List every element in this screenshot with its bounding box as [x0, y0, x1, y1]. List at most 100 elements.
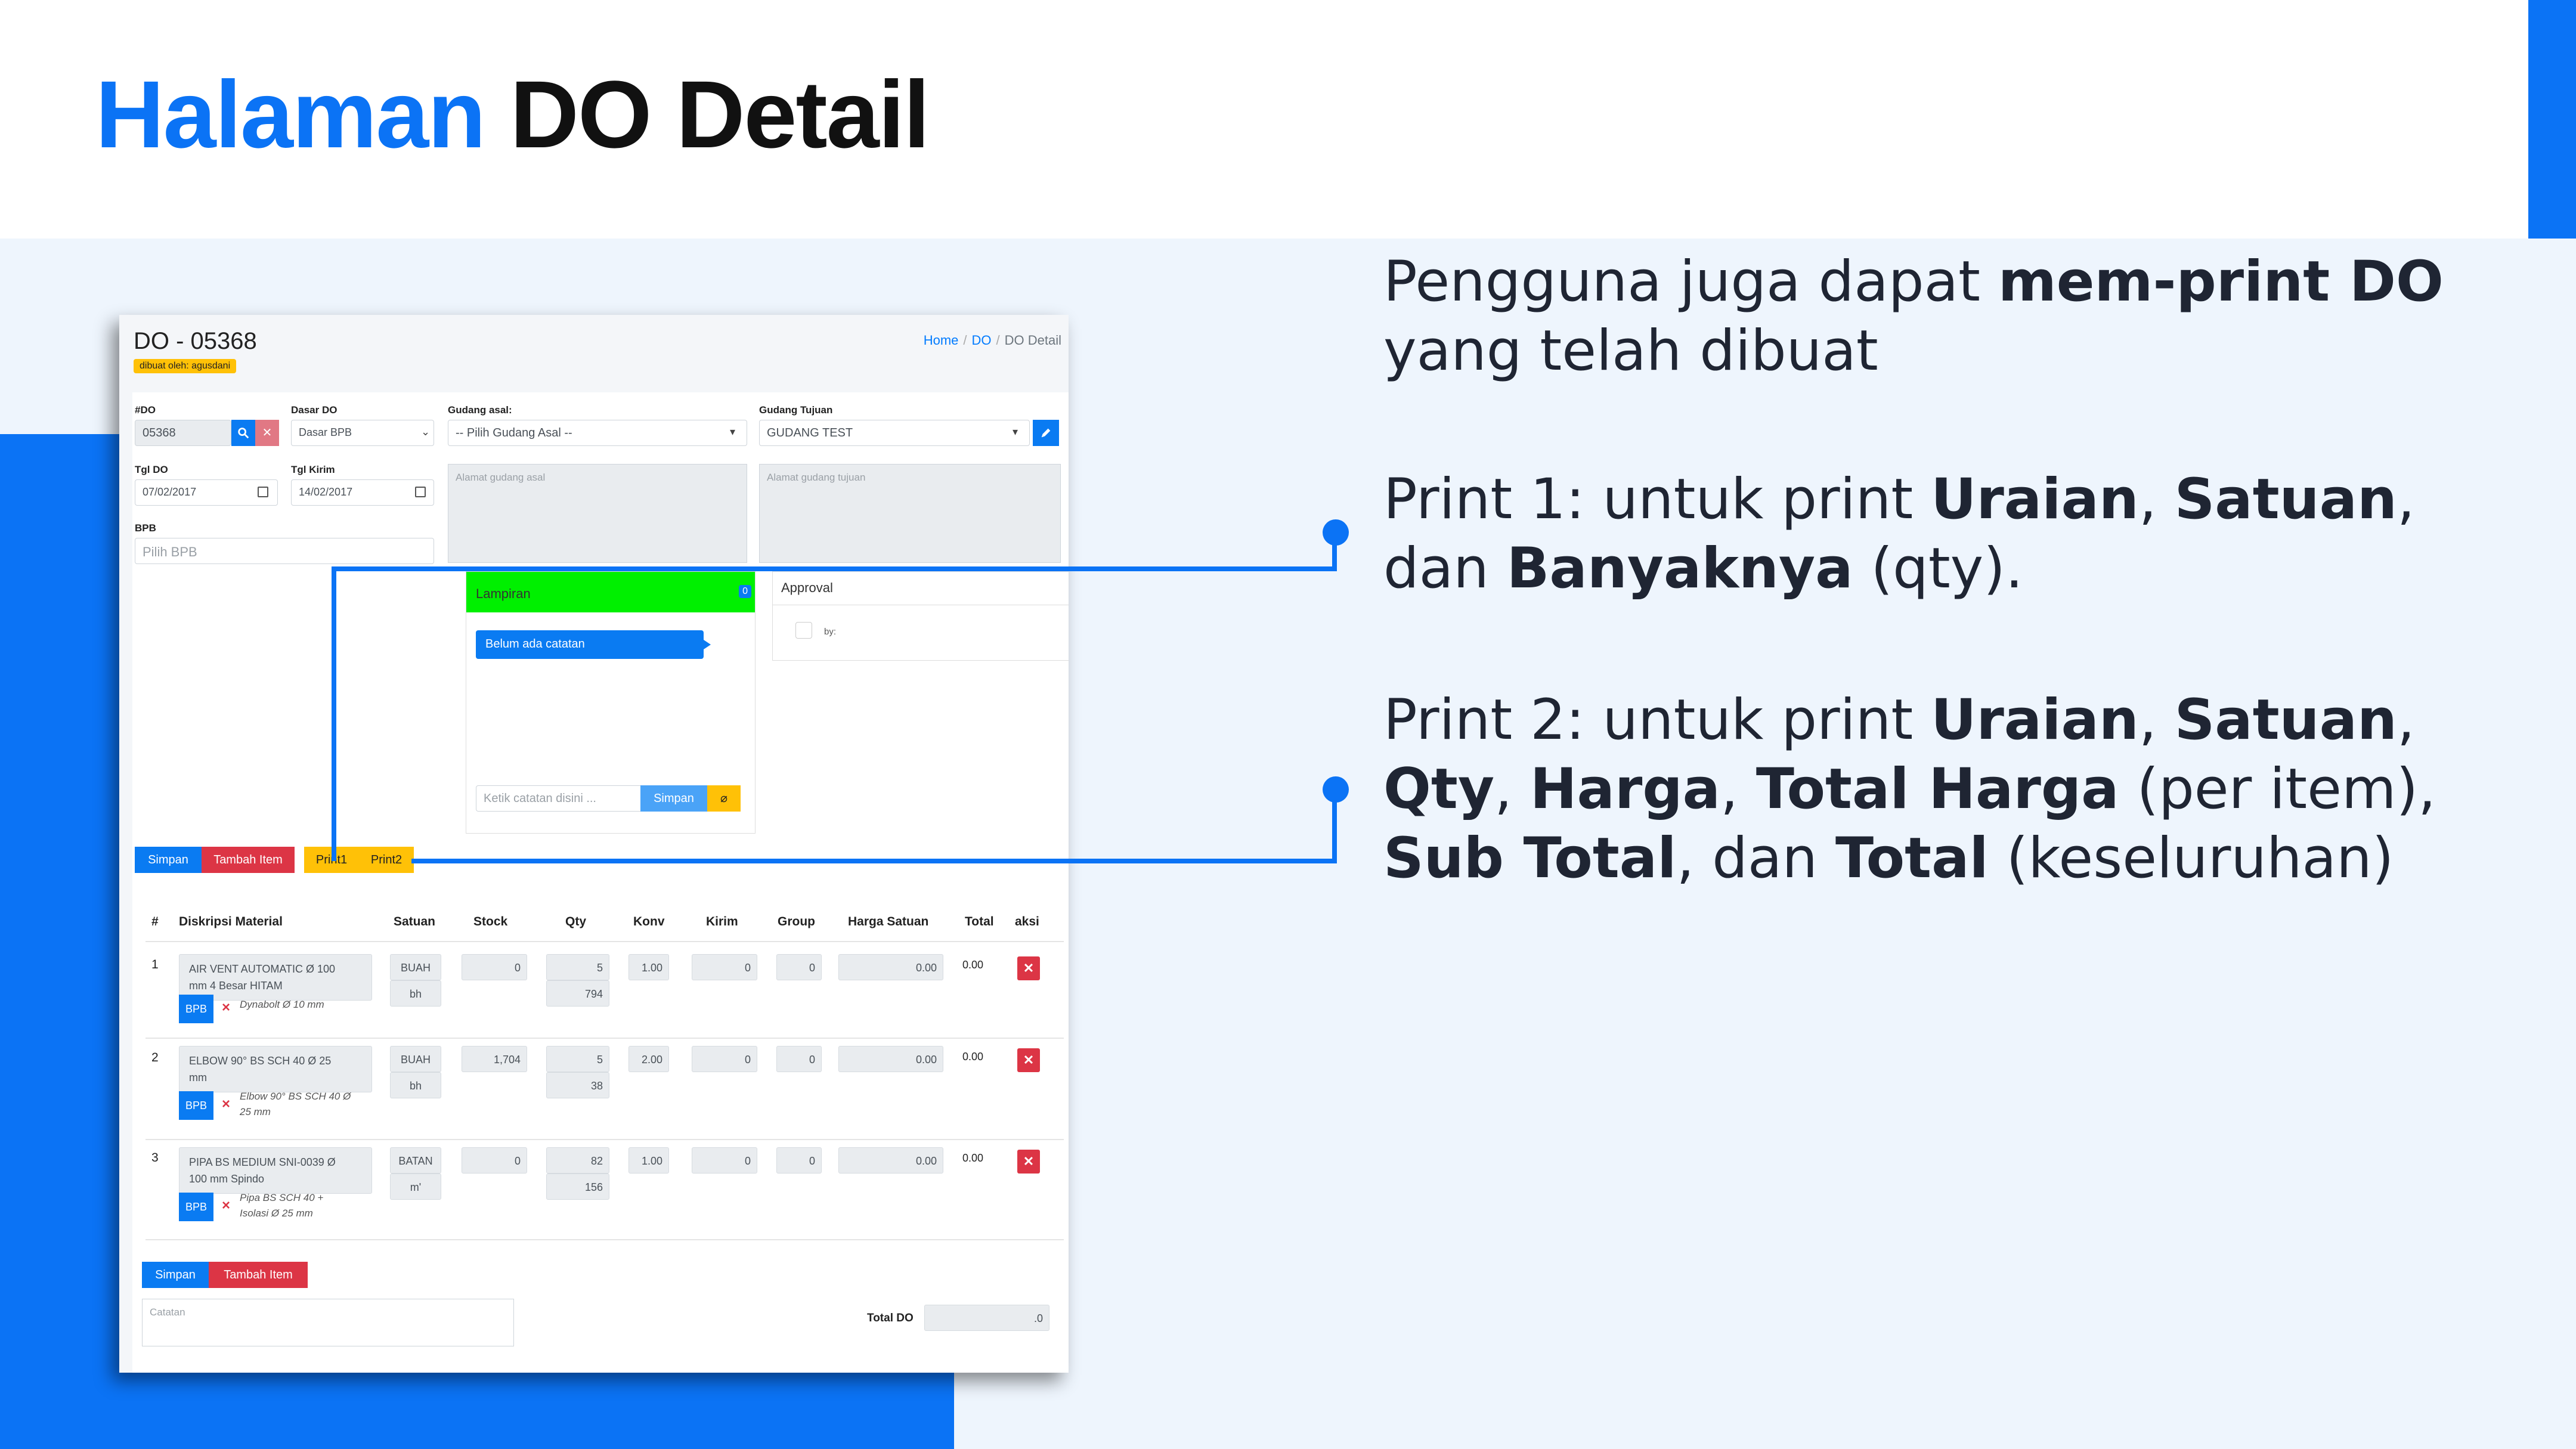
bpb-button[interactable]: BPB: [179, 995, 213, 1023]
satuan-cell[interactable]: BUAH: [390, 954, 441, 980]
material-description[interactable]: PIPA BS MEDIUM SNI-0039 Ø 100 mm Spindo: [179, 1147, 372, 1194]
slide-background-blue-strip: [2528, 0, 2576, 239]
group-cell: 0: [776, 954, 822, 980]
breadcrumb-current: DO Detail: [1004, 333, 1061, 348]
slide-title: Halaman DO Detail: [95, 60, 930, 169]
bpb-button[interactable]: BPB: [179, 1193, 213, 1221]
col-header-qty: Qty: [565, 915, 587, 928]
dasar-do-label: Dasar DO: [291, 404, 338, 416]
kirim-cell: 0: [692, 954, 757, 980]
stock-cell: 0: [462, 954, 527, 980]
col-header-satuan: Satuan: [394, 915, 436, 928]
qty-input[interactable]: 5: [546, 1046, 609, 1072]
alamat-gudang-asal-textarea[interactable]: Alamat gudang asal: [448, 464, 747, 563]
calendar-icon[interactable]: [415, 487, 426, 497]
row-number: 2: [151, 1051, 159, 1064]
description-print-do: Pengguna juga dapat mem-print DO yang te…: [1383, 249, 2444, 383]
col-header-kirim: Kirim: [706, 915, 738, 928]
bpb-note: Dynabolt Ø 10 mm: [240, 999, 324, 1010]
total-cell: 0.00: [962, 1051, 984, 1063]
table-divider: [145, 1239, 1064, 1240]
lampiran-header: Lampiran 0: [466, 572, 755, 612]
gudang-asal-select[interactable]: -- Pilih Gudang Asal --: [448, 420, 747, 446]
kirim-cell: 0: [692, 1046, 757, 1072]
approval-by: by:: [824, 627, 837, 637]
satuan-cell[interactable]: BUAH: [390, 1046, 441, 1072]
do-form-panel: #DO Dasar DO Gudang asal: Gudang Tujuan …: [132, 392, 1069, 1373]
group-cell: 0: [776, 1147, 822, 1174]
description-print2: Print 2: untuk print Uraian, Satuan, Qty…: [1383, 688, 2436, 891]
tgl-kirim-input[interactable]: 14/02/2017: [291, 479, 434, 506]
bpb-button[interactable]: BPB: [179, 1091, 213, 1120]
col-header-harga-satuan: Harga Satuan: [848, 915, 929, 928]
catatan-textarea[interactable]: Catatan: [142, 1299, 514, 1346]
konv-cell: 1.00: [628, 954, 669, 980]
attach-button[interactable]: ⌀: [707, 785, 741, 812]
edit-gudang-button[interactable]: [1033, 420, 1059, 446]
connector-print1-vertical: [332, 566, 336, 861]
col-header-group: Group: [778, 915, 815, 928]
approval-panel: Approval by:: [772, 571, 1069, 661]
calendar-icon[interactable]: [258, 487, 268, 497]
tgl-do-input[interactable]: 07/02/2017: [135, 479, 278, 506]
harga-satuan-cell: 0.00: [838, 954, 943, 980]
description-print1: Print 1: untuk print Uraian, Satuan, dan…: [1383, 467, 2415, 601]
chat-send-button[interactable]: Simpan: [640, 785, 707, 812]
bpb-note: Pipa BS SCH 40 + Isolasi Ø 25 mm: [240, 1192, 324, 1219]
qty-konv-cell: 38: [546, 1072, 609, 1098]
delete-row-button[interactable]: ✕: [1017, 1150, 1040, 1174]
satuan-cell[interactable]: BATAN: [390, 1147, 441, 1174]
table-divider: [145, 1139, 1064, 1140]
chat-message: Belum ada catatan: [476, 630, 711, 659]
connector-print1-dot: [1323, 519, 1349, 546]
delete-row-button[interactable]: ✕: [1017, 956, 1040, 980]
lampiran-count-badge: 0: [739, 585, 751, 598]
clear-do-button[interactable]: ✕: [255, 420, 279, 446]
konv-cell: 1.00: [628, 1147, 669, 1174]
breadcrumb: Home / DO / DO Detail: [923, 333, 1061, 348]
konv-cell: 2.00: [628, 1046, 669, 1072]
qty-input[interactable]: 82: [546, 1147, 609, 1174]
approval-checkbox[interactable]: [795, 622, 812, 639]
bpb-note: Elbow 90° BS SCH 40 Ø 25 mm: [240, 1091, 351, 1117]
material-description[interactable]: ELBOW 90° BS SCH 40 Ø 25 mm: [179, 1046, 372, 1092]
qty-input[interactable]: 5: [546, 954, 609, 980]
kirim-cell: 0: [692, 1147, 757, 1174]
simpan-button[interactable]: Simpan: [135, 847, 202, 873]
satuan-konv-cell: bh: [390, 1072, 441, 1098]
bpb-select[interactable]: Pilih BPB: [135, 538, 434, 564]
stock-cell: 0: [462, 1147, 527, 1174]
close-icon: ✕: [1023, 1052, 1035, 1067]
delete-row-button[interactable]: ✕: [1017, 1048, 1040, 1072]
remove-bpb-icon[interactable]: ×: [222, 1197, 230, 1214]
total-do-label: Total DO: [867, 1312, 914, 1324]
do-number-input[interactable]: 05368: [135, 420, 231, 446]
stock-cell: 1,704: [462, 1046, 527, 1072]
remove-bpb-icon[interactable]: ×: [222, 999, 230, 1016]
search-do-button[interactable]: [231, 420, 255, 446]
table-divider: [145, 941, 1064, 942]
tgl-kirim-label: Tgl Kirim: [291, 464, 335, 475]
close-icon: ✕: [1023, 1154, 1035, 1169]
col-header-aksi: aksi: [1015, 915, 1039, 928]
connector-print2-dot: [1323, 776, 1349, 803]
harga-satuan-cell: 0.00: [838, 1046, 943, 1072]
tgl-do-label: Tgl DO: [135, 464, 168, 475]
footer-simpan-button[interactable]: Simpan: [142, 1262, 209, 1288]
slide-title-accent: Halaman: [95, 61, 486, 168]
connector-print2-horizontal: [411, 859, 1337, 863]
gudang-tujuan-label: Gudang Tujuan: [759, 404, 833, 416]
breadcrumb-do[interactable]: DO: [972, 333, 992, 348]
gudang-tujuan-select[interactable]: GUDANG TEST: [759, 420, 1030, 446]
chat-input[interactable]: Ketik catatan disini ...: [476, 785, 648, 812]
material-description[interactable]: AIR VENT AUTOMATIC Ø 100 mm 4 Besar HITAM: [179, 954, 372, 1001]
col-header-diskripsi: Diskripsi Material: [179, 915, 283, 928]
harga-satuan-cell: 0.00: [838, 1147, 943, 1174]
dasar-do-select[interactable]: Dasar BPB: [291, 420, 434, 446]
print2-button[interactable]: Print2: [359, 847, 414, 873]
alamat-gudang-tujuan-textarea[interactable]: Alamat gudang tujuan: [759, 464, 1061, 563]
footer-tambah-item-button[interactable]: Tambah Item: [209, 1262, 308, 1288]
tambah-item-button[interactable]: Tambah Item: [202, 847, 295, 873]
remove-bpb-icon[interactable]: ×: [222, 1096, 230, 1113]
breadcrumb-home[interactable]: Home: [924, 333, 959, 348]
